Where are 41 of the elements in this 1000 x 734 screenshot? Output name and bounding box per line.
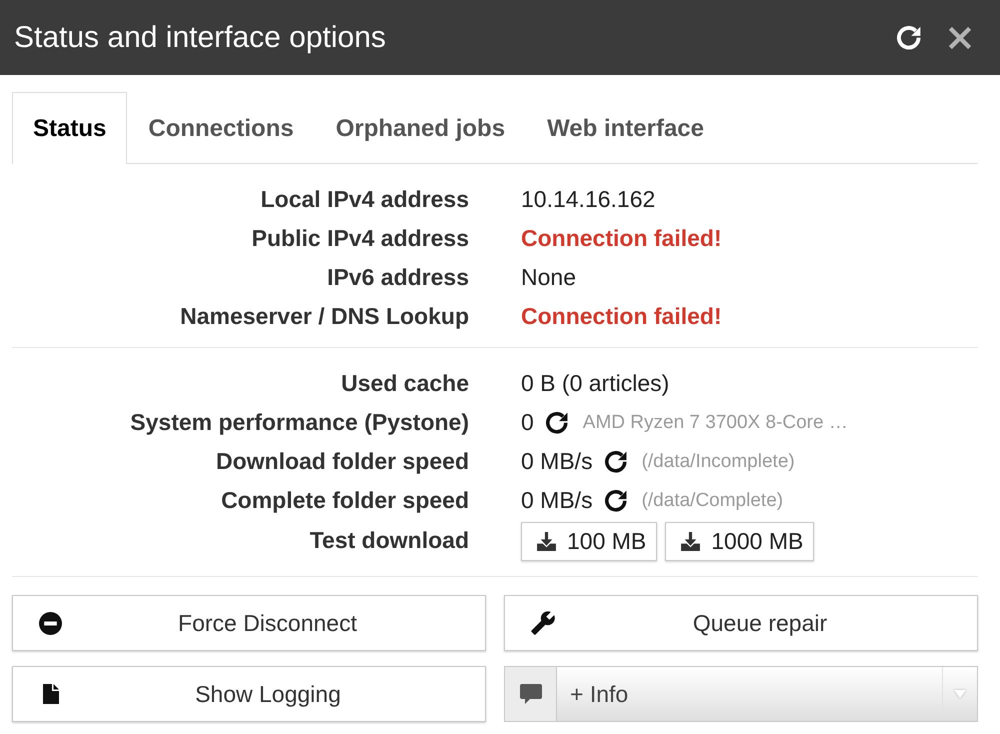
action-button[interactable]: Queue repair <box>504 595 978 651</box>
file-icon <box>43 684 59 704</box>
detail-text: AMD Ryzen 7 3700X 8-Core … <box>582 412 848 434</box>
field-label: Used cache <box>341 370 469 397</box>
download-icon <box>536 531 557 552</box>
field-label: Nameserver / DNS Lookup <box>180 303 469 330</box>
status-value: 0 <box>521 409 534 436</box>
download-button[interactable]: 1000 MB <box>665 522 814 561</box>
refresh-icon[interactable] <box>546 412 568 434</box>
field-label: IPv6 address <box>327 264 469 291</box>
detail-text: (/data/Complete) <box>642 490 784 512</box>
detail-text: (/data/Incomplete) <box>642 450 795 472</box>
download-button[interactable]: 100 MB <box>521 522 658 561</box>
field-label: Test download <box>310 527 469 554</box>
field-label: Local IPv4 address <box>260 186 469 213</box>
status-value: 0 MB/s <box>521 448 593 475</box>
action-button[interactable]: Show Logging <box>12 666 486 722</box>
error-message: Connection failed! <box>521 225 722 252</box>
status-value: 10.14.16.162 <box>521 186 656 213</box>
status-value: 0 MB/s <box>521 487 593 514</box>
action-button[interactable]: Force Disconnect <box>12 595 486 651</box>
speech-bubble-icon <box>520 684 542 704</box>
dropdown-select[interactable]: + Info <box>556 666 978 722</box>
field-label: Public IPv4 address <box>252 225 469 252</box>
status-value: 0 B (0 articles) <box>521 370 670 397</box>
field-label: Complete folder speed <box>221 487 469 514</box>
status-value: None <box>521 264 576 291</box>
window-title: Status and interface options <box>14 20 386 54</box>
tab[interactable]: Web interface <box>526 92 725 164</box>
refresh-icon[interactable] <box>604 450 627 472</box>
refresh-icon[interactable] <box>604 490 627 512</box>
wrench-icon <box>531 611 555 635</box>
close-icon[interactable] <box>948 26 972 50</box>
download-icon <box>680 531 702 552</box>
caret-icon <box>954 690 966 698</box>
tab[interactable]: Orphaned jobs <box>314 92 526 164</box>
tab[interactable]: Connections <box>127 92 315 164</box>
field-label: Download folder speed <box>216 448 469 475</box>
field-label: System performance (Pystone) <box>130 409 469 436</box>
error-message: Connection failed! <box>521 303 722 330</box>
tab[interactable]: Status <box>12 92 128 164</box>
